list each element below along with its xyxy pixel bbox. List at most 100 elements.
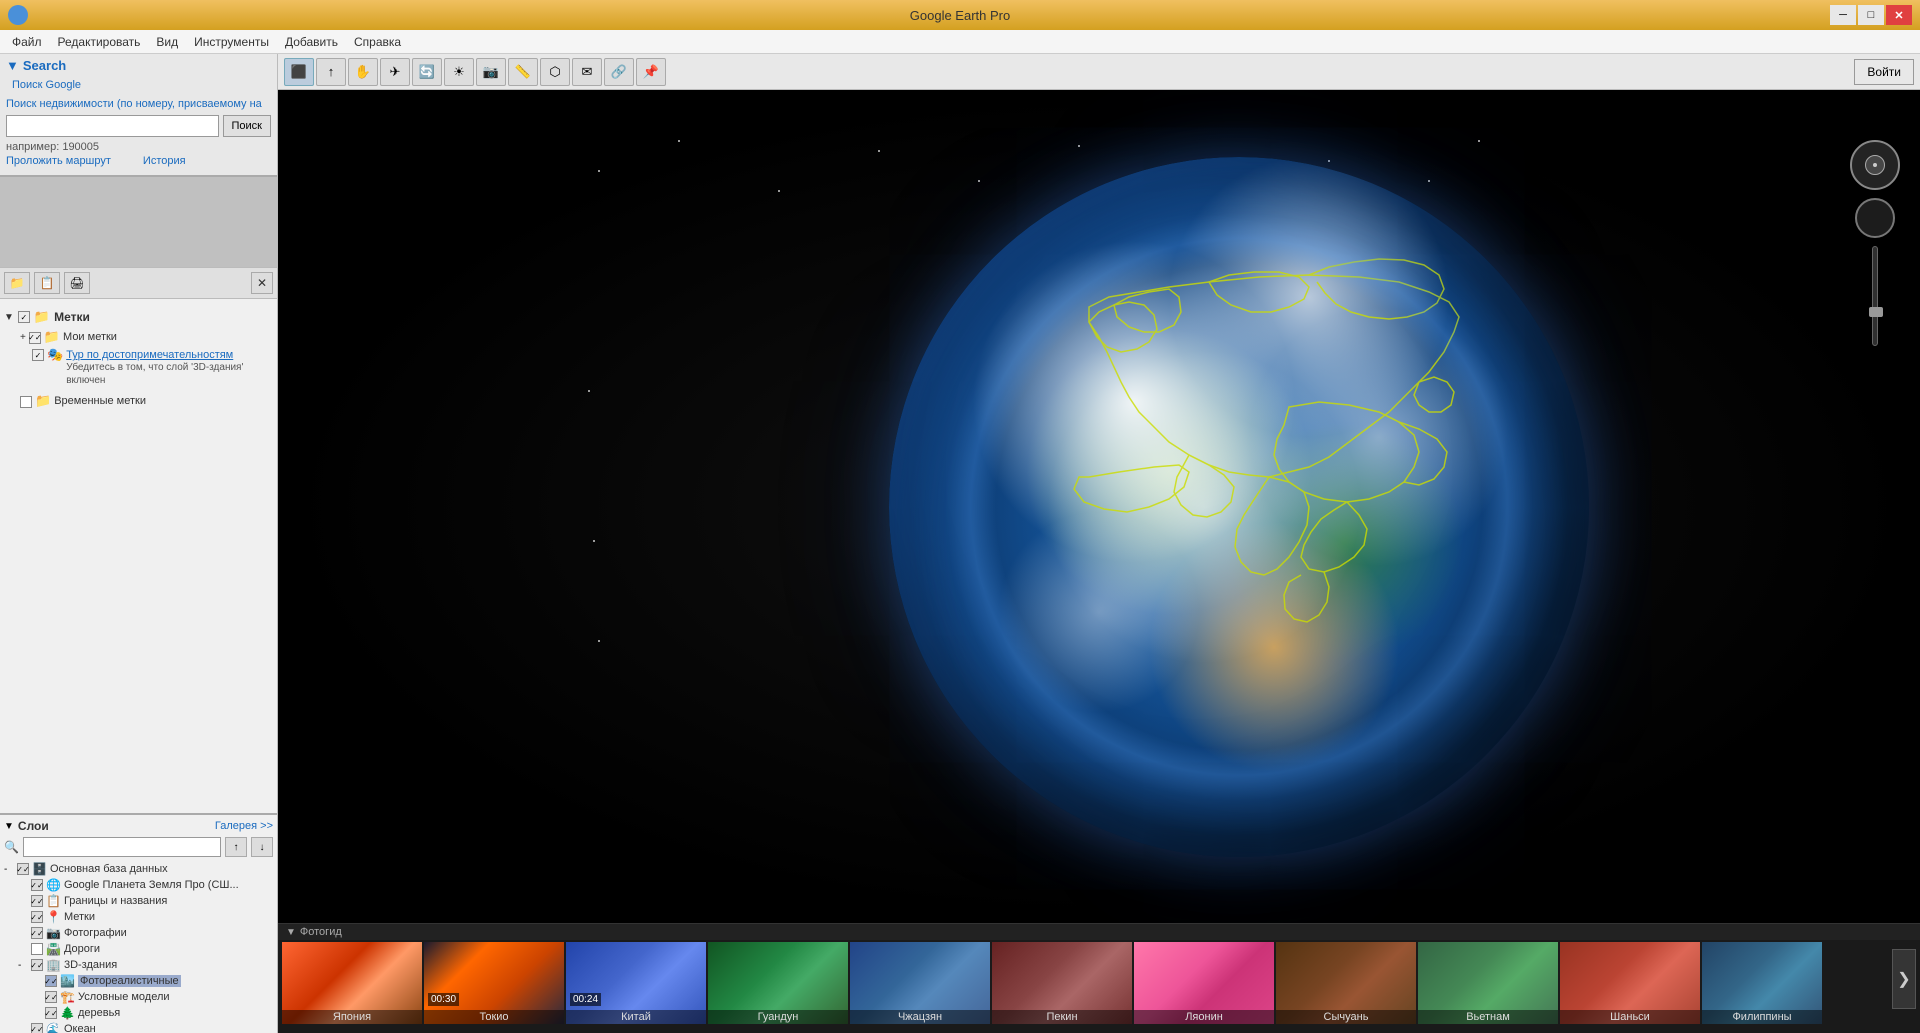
photo-nav-button[interactable]: ❯ bbox=[1892, 949, 1916, 1009]
window-controls: ─ □ ✕ bbox=[1830, 5, 1912, 25]
temp-marks-checkbox[interactable] bbox=[20, 396, 32, 408]
metki-icon: 📁 bbox=[34, 309, 50, 325]
tool-ruler[interactable]: 📏 bbox=[508, 58, 538, 86]
my-marks-checkbox[interactable]: ✓ bbox=[29, 332, 41, 344]
photo-sychuan[interactable]: Сычуань bbox=[1276, 942, 1416, 1024]
photo-tokyo[interactable]: 00:30 Токио bbox=[424, 942, 564, 1024]
maximize-button[interactable]: □ bbox=[1858, 5, 1884, 25]
tool-globe[interactable]: ⬛ bbox=[284, 58, 314, 86]
menu-add[interactable]: Добавить bbox=[277, 33, 346, 51]
layer-cb-0[interactable]: ✓ bbox=[17, 863, 29, 875]
layers-search-input[interactable] bbox=[23, 837, 221, 857]
photo-guangdong[interactable]: Гуандун bbox=[708, 942, 848, 1024]
earth-globe bbox=[889, 157, 1589, 857]
layer-metki: ✓ 📍 Метки bbox=[4, 909, 273, 925]
layer-expand-6[interactable]: - bbox=[18, 960, 28, 971]
search-button[interactable]: Поиск bbox=[223, 115, 271, 137]
tour-checkbox[interactable]: ✓ bbox=[32, 349, 44, 361]
tool-polygon[interactable]: ⬡ bbox=[540, 58, 570, 86]
search-input-row: Поиск bbox=[6, 115, 271, 137]
layer-cb-10[interactable]: ✓ bbox=[31, 1023, 43, 1033]
layer-icon-4: 📷 bbox=[46, 926, 61, 940]
gallery-button[interactable]: Галерея >> bbox=[215, 820, 273, 832]
places-close-button[interactable]: ✕ bbox=[251, 272, 273, 294]
places-copy-button[interactable]: 📋 bbox=[34, 272, 60, 294]
tool-link[interactable]: 🔗 bbox=[604, 58, 634, 86]
tool-hand[interactable]: ✋ bbox=[348, 58, 378, 86]
globe-area[interactable] bbox=[278, 90, 1920, 923]
tour-link[interactable]: Тур по достопримечательностям bbox=[66, 349, 233, 361]
layer-cb-5[interactable] bbox=[31, 943, 43, 955]
star-1 bbox=[598, 170, 600, 172]
layer-text-3: Метки bbox=[64, 911, 95, 923]
photo-tokyo-duration: 00:30 bbox=[428, 993, 459, 1006]
layer-text-7: Фотореалистичные bbox=[78, 975, 181, 987]
tool-sun[interactable]: ☀ bbox=[444, 58, 474, 86]
layer-cb-4[interactable]: ✓ bbox=[31, 927, 43, 939]
photo-shansi[interactable]: Шаньси bbox=[1560, 942, 1700, 1024]
compass-ring[interactable] bbox=[1850, 140, 1900, 190]
search-input[interactable] bbox=[6, 115, 219, 137]
zoom-thumb[interactable] bbox=[1869, 307, 1883, 317]
metki-checkbox[interactable]: ✓ bbox=[18, 311, 30, 323]
layer-conditional: ✓ 🏗️ Условные модели bbox=[4, 989, 273, 1005]
photo-chiajdzyan[interactable]: Чжацзян bbox=[850, 942, 990, 1024]
search-title: ▼ Search bbox=[6, 58, 271, 73]
my-marks-expand[interactable]: + bbox=[20, 332, 26, 343]
menu-view[interactable]: Вид bbox=[148, 33, 186, 51]
login-button[interactable]: Войти bbox=[1854, 59, 1914, 85]
places-section: ▼ ✓ 📁 Метки + ✓ 📁 Мои метки ✓ 🎭 Тур по д… bbox=[0, 303, 277, 813]
photo-bar-header: ▼ Фотогид bbox=[278, 924, 1920, 940]
places-toolbar: 📁 📋 🖨 ✕ bbox=[0, 267, 277, 299]
places-print-button[interactable]: 🖨 bbox=[64, 272, 90, 294]
layer-text-0: Основная база данных bbox=[50, 863, 168, 875]
tool-pin[interactable]: 📌 bbox=[636, 58, 666, 86]
photo-bar-label: Фотогид bbox=[300, 926, 342, 938]
layer-google: ✓ 🌐 Google Планета Земля Про (СШ... bbox=[4, 877, 273, 893]
layer-text-6: 3D-здания bbox=[64, 959, 117, 971]
layer-text-5: Дороги bbox=[64, 943, 100, 955]
photo-philippines[interactable]: Филиппины bbox=[1702, 942, 1822, 1024]
layer-cb-1[interactable]: ✓ bbox=[31, 879, 43, 891]
photo-lyaonin[interactable]: Ляонин bbox=[1134, 942, 1274, 1024]
layer-cb-8[interactable]: ✓ bbox=[45, 991, 57, 1003]
layers-search: 🔍 ↑ ↓ bbox=[4, 837, 273, 857]
photo-japan-caption: Япония bbox=[282, 1010, 422, 1024]
photo-bar: ▼ Фотогид Япония 00:30 Токио 00:24 Китай… bbox=[278, 923, 1920, 1033]
menu-file[interactable]: Файл bbox=[4, 33, 50, 51]
tool-mail[interactable]: ✉ bbox=[572, 58, 602, 86]
search-description: Поиск недвижимости (по номеру, присваемо… bbox=[6, 97, 266, 111]
tool-fly[interactable]: ✈ bbox=[380, 58, 410, 86]
layers-up-button[interactable]: ↑ bbox=[225, 837, 247, 857]
layer-cb-9[interactable]: ✓ bbox=[45, 1007, 57, 1019]
photo-japan[interactable]: Япония bbox=[282, 942, 422, 1024]
menu-tools[interactable]: Инструменты bbox=[186, 33, 277, 51]
layers-down-button[interactable]: ↓ bbox=[251, 837, 273, 857]
tool-rotate[interactable]: 🔄 bbox=[412, 58, 442, 86]
tool-pan[interactable]: ↑ bbox=[316, 58, 346, 86]
compass-inner bbox=[1865, 155, 1885, 175]
places-add-button[interactable]: 📁 bbox=[4, 272, 30, 294]
right-content: ⬛ ↑ ✋ ✈ 🔄 ☀ 📷 📏 ⬡ ✉ 🔗 📌 Войти bbox=[278, 54, 1920, 1033]
layer-cb-6[interactable]: ✓ bbox=[31, 959, 43, 971]
minimize-button[interactable]: ─ bbox=[1830, 5, 1856, 25]
route-link[interactable]: Проложить маршрут bbox=[6, 155, 111, 167]
layer-cb-3[interactable]: ✓ bbox=[31, 911, 43, 923]
nav-tilt-ring[interactable] bbox=[1855, 198, 1895, 238]
photo-bar-content: Япония 00:30 Токио 00:24 Китай Гуандун Ч… bbox=[278, 940, 1920, 1028]
menu-edit[interactable]: Редактировать bbox=[50, 33, 149, 51]
photo-vietnam[interactable]: Вьетнам bbox=[1418, 942, 1558, 1024]
layer-expand-0[interactable]: - bbox=[4, 864, 14, 875]
photo-beijing[interactable]: Пекин bbox=[992, 942, 1132, 1024]
history-link[interactable]: История bbox=[143, 155, 186, 167]
layer-icon-0: 🗄️ bbox=[32, 862, 47, 876]
photo-china[interactable]: 00:24 Китай bbox=[566, 942, 706, 1024]
tab-google[interactable]: Поиск Google bbox=[6, 77, 87, 93]
layer-cb-2[interactable]: ✓ bbox=[31, 895, 43, 907]
close-button[interactable]: ✕ bbox=[1886, 5, 1912, 25]
layer-cb-7[interactable]: ✓ bbox=[45, 975, 57, 987]
photo-chiajdzyan-caption: Чжацзян bbox=[850, 1010, 990, 1024]
tool-camera[interactable]: 📷 bbox=[476, 58, 506, 86]
menu-help[interactable]: Справка bbox=[346, 33, 409, 51]
layer-text-8: Условные модели bbox=[78, 991, 170, 1003]
